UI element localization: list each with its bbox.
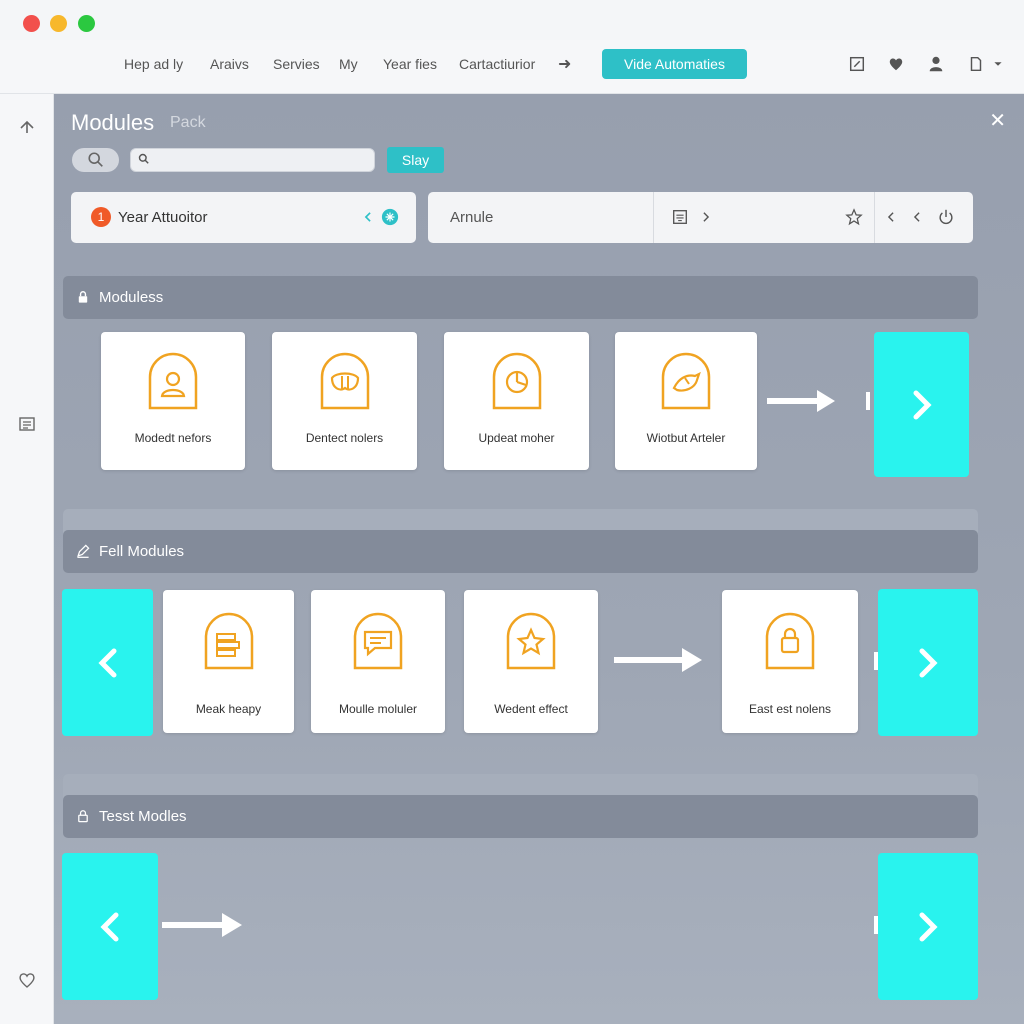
section-header-moduless: Moduless [63,276,978,319]
module-label: Wedent effect [494,702,568,716]
video-automation-button[interactable]: Vide Automaties [602,49,747,79]
module-card[interactable]: Dentect nolers [272,332,417,470]
section-title: Tesst Modles [99,808,187,825]
pie-chart-icon [492,352,541,410]
divider [874,192,875,243]
nav-item-help[interactable]: Hep ad ly [124,56,183,72]
chevron-left-icon[interactable] [358,207,378,227]
power-icon[interactable] [936,207,956,227]
mask-icon [320,352,369,410]
module-label: Wiotbut Arteler [646,431,726,445]
bird-icon [661,352,711,410]
chevron-left-icon [97,648,116,677]
up-icon[interactable] [17,116,37,136]
nav-item-contact[interactable]: Cartactiurior [459,56,535,72]
edit-icon[interactable] [847,54,867,74]
search-icon [87,152,103,167]
module-card[interactable]: Wiotbut Arteler [615,332,757,470]
module-label: East est nolens [748,702,832,716]
previous-page-button[interactable] [62,589,153,736]
lock-icon [765,612,815,670]
module-card[interactable]: Wedent effect [464,590,598,733]
nav-item-year-files[interactable]: Year fies [383,56,437,72]
next-page-button[interactable] [874,332,969,477]
search-input[interactable] [130,148,375,172]
module-card[interactable]: Modedt nefors [101,332,245,470]
next-page-button[interactable] [878,589,978,736]
divider [653,192,654,243]
lock-icon [78,291,88,303]
section-title: Moduless [99,289,164,306]
next-page-button[interactable] [878,853,978,1000]
close-window-button[interactable] [23,15,40,32]
top-navigation: Hep ad ly Araivs Servies My Year fies Ca… [0,40,1024,94]
heart-icon[interactable] [886,54,906,74]
left-sidebar [0,94,54,1024]
close-icon[interactable]: ✕ [989,108,1006,133]
search-field-icon [138,153,149,164]
pen-icon [77,544,90,558]
minimize-window-button[interactable] [50,15,67,32]
chevron-right-icon[interactable] [696,207,716,227]
module-label: Meak heapy [195,702,262,716]
module-label: Dentect nolers [305,431,384,445]
back-arrow-icon[interactable]: ➜ [558,54,571,74]
settings-icon[interactable] [380,207,400,227]
section-title: Fell Modules [99,543,185,560]
stay-button[interactable]: Slay [387,147,444,173]
chevron-right-icon [913,390,932,419]
page-title: Modules [71,110,155,135]
maximize-window-button[interactable] [78,15,95,32]
module-label: Modedt nefors [134,431,212,445]
nav-item-analysis[interactable]: Araivs [210,56,249,72]
card-label: Arnule [450,209,494,226]
nav-item-services[interactable]: Servies [273,56,320,72]
arrow-right-icon [614,648,702,672]
card-label: Year Attuoitor [118,209,208,226]
star-icon [506,612,556,670]
module-card[interactable]: Updeat moher [444,332,589,470]
section-header-tesst-modles: Tesst Modles [63,795,978,838]
list-icon[interactable] [17,414,37,434]
star-icon[interactable] [844,207,864,227]
modules-panel: Modules Pack ✕ Slay 1 Year Attuoitor Arn… [54,94,1024,1024]
stack-icon [204,612,253,670]
user-icon[interactable] [926,54,946,74]
lock-icon [78,810,88,823]
document-icon[interactable] [966,54,986,74]
user-icon [148,352,198,410]
module-card[interactable]: Meak heapy [163,590,294,733]
nav-item-my[interactable]: My [339,56,358,72]
module-card[interactable]: Moulle moluler [311,590,445,733]
page-subtitle: Pack [170,114,206,131]
notes-icon[interactable] [670,207,690,227]
arnule-card[interactable]: Arnule [428,192,973,243]
search-button[interactable] [72,148,119,172]
arrow-right-icon [162,913,242,937]
divider [866,392,870,410]
chevron-right-icon [919,912,938,941]
count-badge: 1 [91,207,111,227]
chevron-left-icon[interactable] [907,207,927,227]
module-card[interactable]: East est nolens [722,590,858,733]
heart-outline-icon[interactable] [17,970,37,990]
chevron-left-icon [100,912,119,941]
arrow-right-icon [767,390,835,412]
section-header-fell-modules: Fell Modules [63,530,978,573]
chevron-down-icon[interactable] [988,54,1008,74]
previous-page-button[interactable] [62,853,158,1000]
chevron-left-icon[interactable] [881,207,901,227]
chevron-right-icon [919,648,938,677]
year-attuoitor-card[interactable]: 1 Year Attuoitor [71,192,416,243]
chat-icon [353,612,403,670]
module-label: Updeat moher [478,431,555,445]
window-titlebar [0,0,1024,40]
module-label: Moulle moluler [338,702,418,716]
